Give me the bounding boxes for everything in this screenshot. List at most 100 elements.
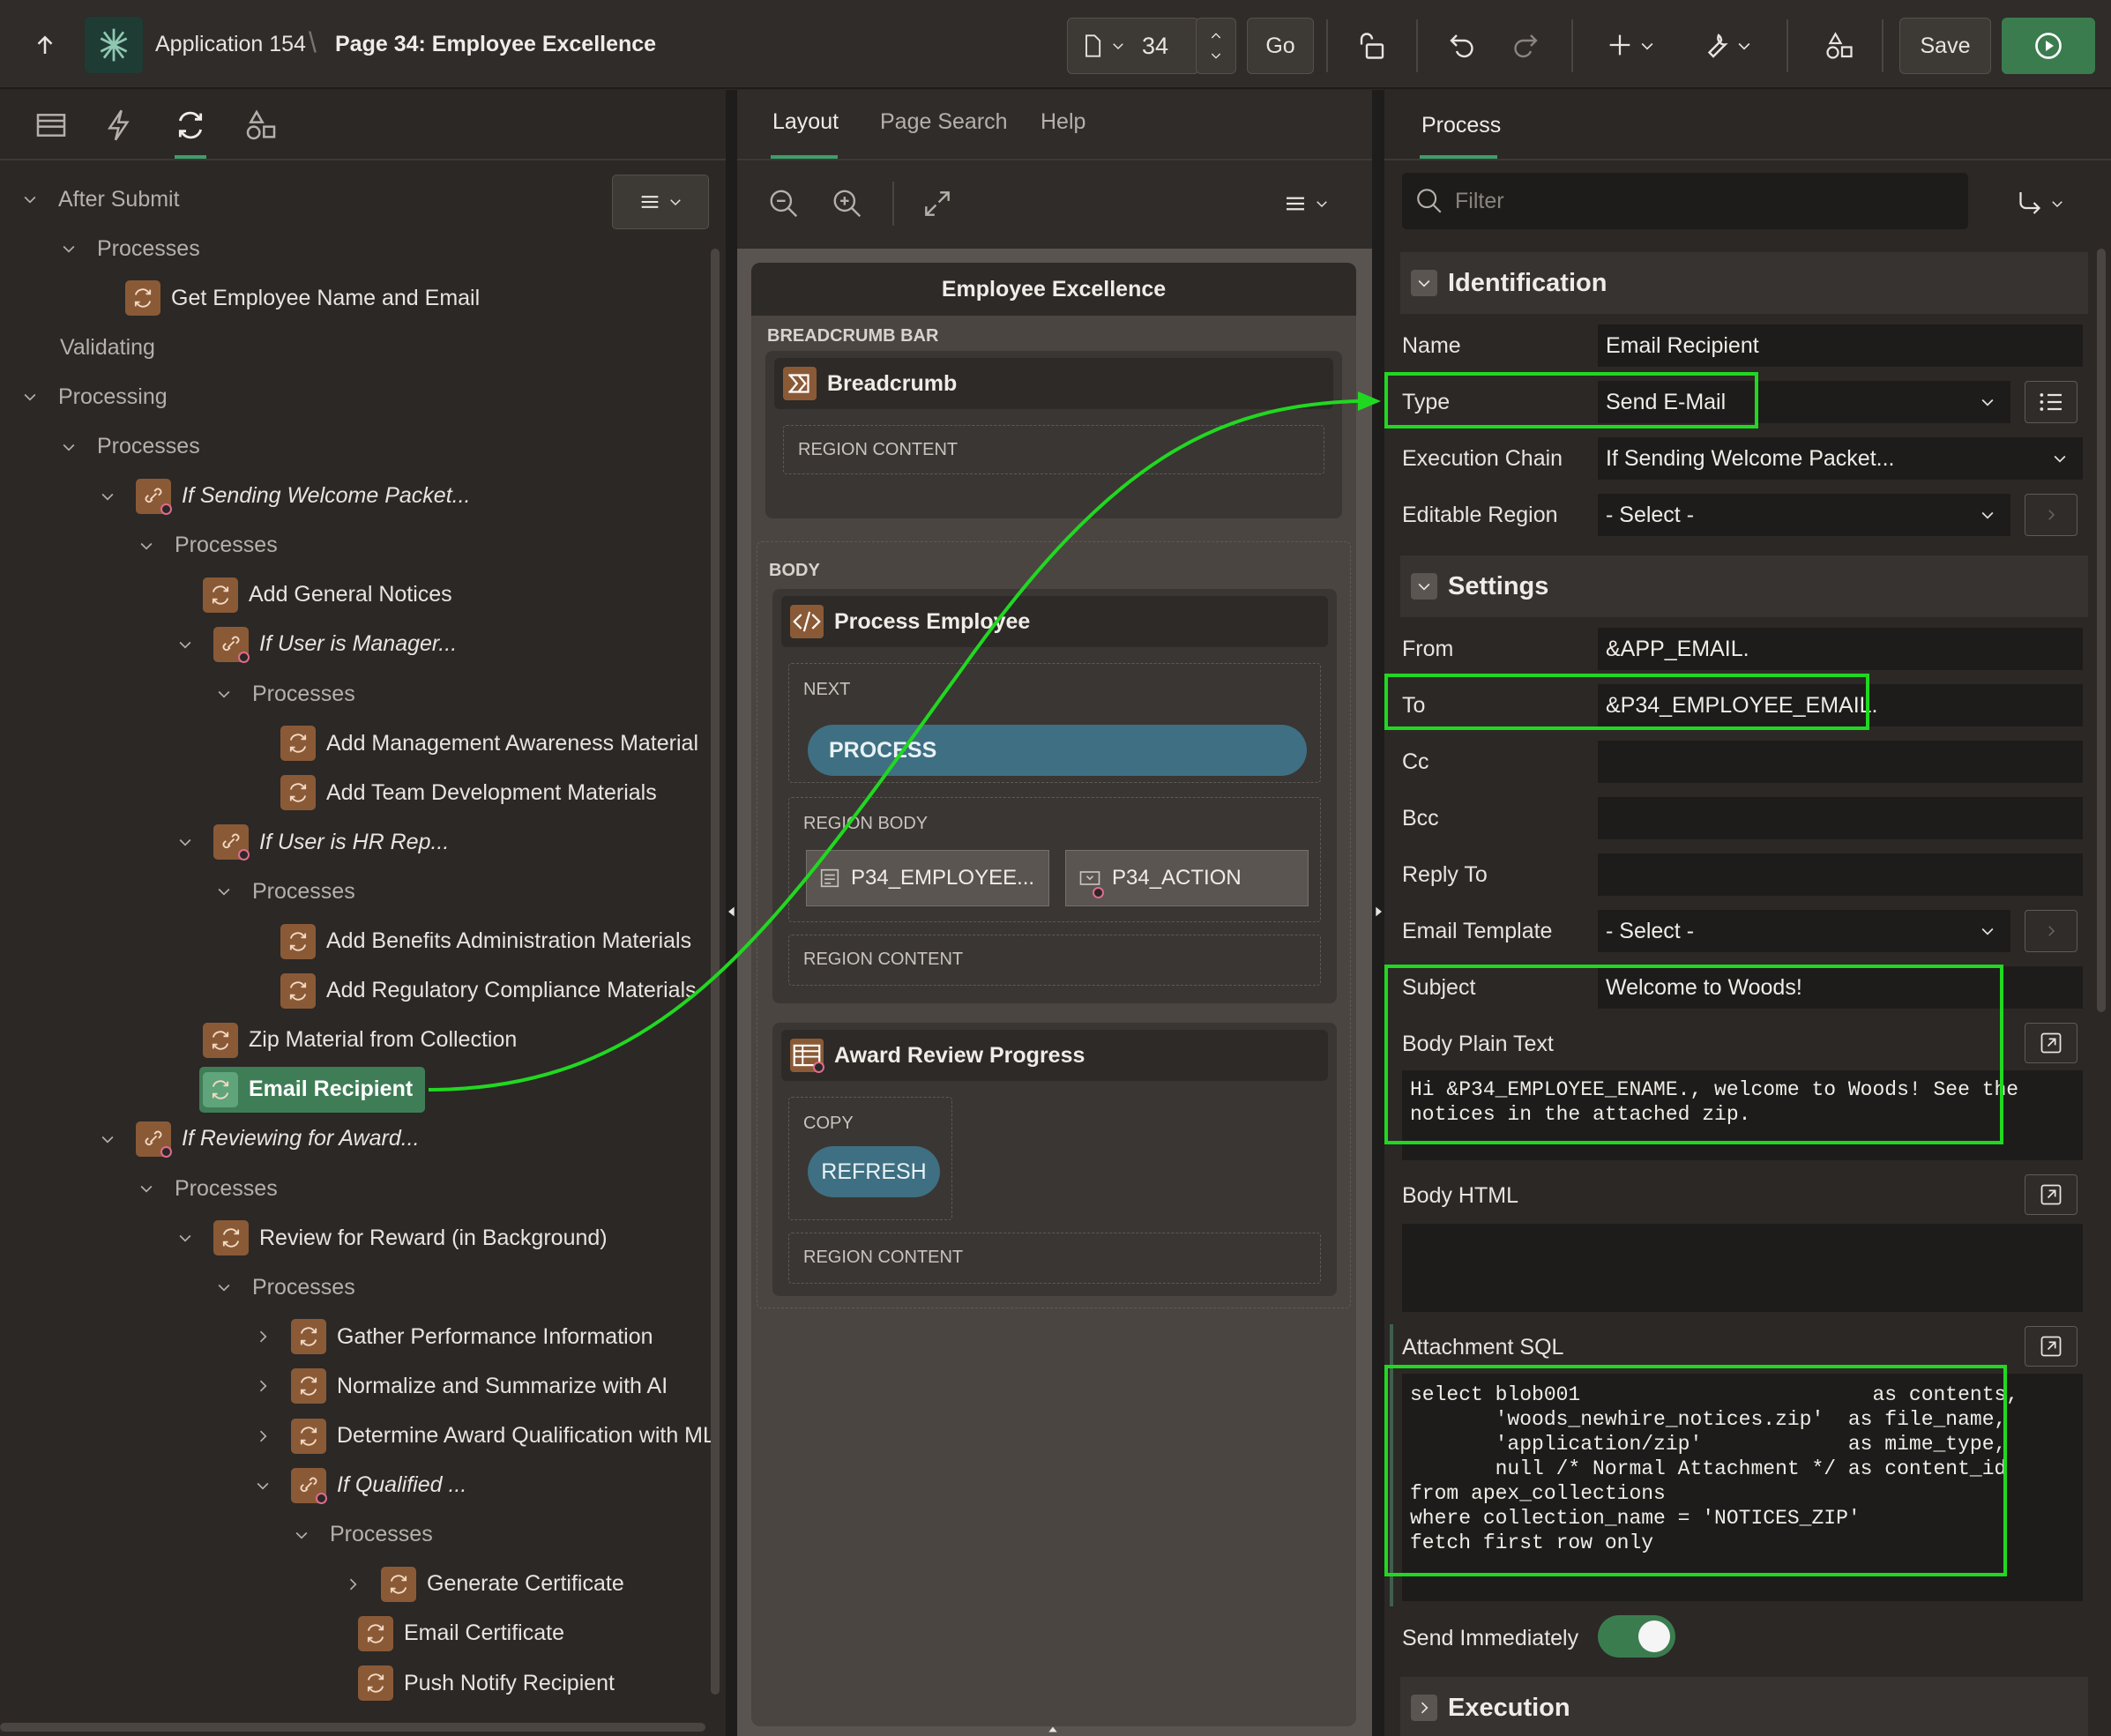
add-icon[interactable] (1605, 30, 1635, 60)
tree-node[interactable]: Processes (293, 1512, 433, 1558)
tree-node[interactable]: If Reviewing for Award... (99, 1116, 420, 1162)
tree-node[interactable]: Add Regulatory Compliance Materials (280, 968, 697, 1014)
expand-body-plain-button[interactable] (2025, 1023, 2077, 1063)
cc-field[interactable] (1598, 741, 2083, 783)
chevron-down-icon[interactable] (1735, 37, 1753, 55)
page-selector[interactable]: 34 (1067, 18, 1199, 74)
page-stepper[interactable] (1196, 18, 1236, 74)
tree-node[interactable]: Gather Performance Information (254, 1314, 653, 1360)
tree-node[interactable]: Processes (215, 868, 355, 914)
tree-node[interactable]: If User is HR Rep... (176, 819, 449, 865)
item-action[interactable]: P34_ACTION (1065, 850, 1309, 906)
breadcrumb-region[interactable]: Breadcrumb REGION CONTENT (765, 351, 1342, 518)
tree-node[interactable]: Determine Award Qualification with ML (254, 1413, 715, 1459)
tree-node[interactable]: Zip Material from Collection (203, 1017, 517, 1063)
menu-icon[interactable] (1282, 190, 1309, 217)
name-field[interactable]: Email Recipient (1598, 324, 2083, 367)
tree-vertical-scrollbar[interactable] (711, 249, 720, 1695)
lock-icon[interactable] (1356, 30, 1388, 62)
tree-node[interactable]: Add Team Development Materials (280, 770, 657, 816)
expand-attachment-button[interactable] (2025, 1326, 2077, 1367)
award-review-region[interactable]: Award Review Progress COPY REFRESH REGIO… (772, 1023, 1337, 1296)
tree-node[interactable]: Review for Reward (in Background) (176, 1215, 608, 1261)
chevron-down-icon[interactable] (176, 833, 194, 851)
tree-node[interactable]: Processes (60, 226, 200, 272)
filter-field[interactable]: Filter (1402, 173, 1968, 229)
tree-node[interactable]: Add General Notices (203, 572, 452, 618)
chevron-down-icon[interactable] (215, 685, 233, 703)
tree-node[interactable]: If User is Manager... (176, 622, 457, 667)
chevron-down-icon[interactable] (1209, 48, 1223, 63)
item-employee[interactable]: P34_EMPLOYEE... (806, 850, 1049, 906)
tab-page-search[interactable]: Page Search (880, 109, 1008, 135)
process-button[interactable]: PROCESS (808, 725, 1307, 776)
tree-node-selected[interactable]: Email Recipient (199, 1066, 426, 1113)
properties-scrollbar[interactable] (2097, 249, 2106, 1012)
tab-process[interactable]: Process (1421, 113, 1501, 138)
chevron-down-icon[interactable] (21, 190, 39, 208)
chevron-down-icon[interactable] (99, 1130, 116, 1148)
rendering-tab-icon[interactable] (34, 108, 69, 143)
execution-section[interactable]: Execution (1400, 1677, 2088, 1736)
chevron-right-icon[interactable] (344, 1576, 362, 1593)
collapse-icon[interactable] (1411, 573, 1437, 600)
tree-node[interactable]: After Submit (21, 176, 180, 222)
go-to-region-button[interactable] (2025, 494, 2077, 536)
tree-node[interactable]: Processes (215, 671, 355, 717)
expand-icon[interactable] (1411, 1695, 1437, 1721)
save-button[interactable]: Save (1899, 18, 1991, 74)
chevron-down-icon[interactable] (60, 438, 78, 456)
chevron-down-icon[interactable] (1314, 196, 1330, 212)
chevron-down-icon[interactable] (293, 1526, 310, 1544)
body-plain-textarea[interactable]: Hi &P34_EMPLOYEE_ENAME., welcome to Wood… (1402, 1070, 2083, 1160)
expand-body-html-button[interactable] (2025, 1174, 2077, 1215)
chevron-down-icon[interactable] (254, 1477, 272, 1494)
tree-menu-button[interactable] (612, 175, 709, 229)
process-employee-region[interactable]: Process Employee NEXT PROCESS REGION BOD… (772, 589, 1337, 1003)
refresh-button[interactable]: REFRESH (808, 1146, 940, 1197)
execution-chain-select[interactable]: If Sending Welcome Packet... (1598, 437, 2083, 480)
app-name[interactable]: Application 154 (155, 32, 306, 57)
zoom-out-icon[interactable] (767, 187, 801, 220)
email-template-select[interactable]: - Select - (1598, 910, 2010, 952)
page-number[interactable]: 34 (1142, 33, 1168, 60)
tree-node[interactable]: Processing (21, 374, 168, 420)
chevron-right-icon[interactable] (254, 1328, 272, 1345)
chevron-down-icon[interactable] (176, 1229, 194, 1247)
tree-horizontal-scrollbar[interactable] (0, 1723, 705, 1732)
dynamic-actions-tab-icon[interactable] (102, 108, 138, 143)
shared-components-tab-icon[interactable] (243, 108, 279, 143)
shared-components-icon[interactable] (1824, 30, 1855, 62)
tree-node[interactable]: Normalize and Summarize with AI (254, 1363, 668, 1409)
bcc-field[interactable] (1598, 797, 2083, 839)
chevron-down-icon[interactable] (215, 883, 233, 900)
attachment-sql-textarea[interactable]: select blob001 as contents, 'woods_newhi… (1402, 1374, 2083, 1601)
type-list-button[interactable] (2025, 381, 2077, 423)
settings-section[interactable]: Settings (1400, 555, 2088, 617)
zoom-in-icon[interactable] (831, 187, 864, 220)
chevron-down-icon[interactable] (138, 1180, 155, 1197)
processing-tab-icon[interactable] (173, 108, 208, 143)
chevron-down-icon[interactable] (2049, 196, 2065, 212)
chevron-down-icon[interactable] (215, 1278, 233, 1296)
redo-icon[interactable] (1510, 30, 1541, 62)
tree-node[interactable]: Processes (60, 424, 200, 470)
reply-to-field[interactable] (1598, 853, 2083, 896)
to-field[interactable]: &P34_EMPLOYEE_EMAIL. (1598, 684, 2083, 726)
run-button[interactable] (2002, 18, 2095, 74)
tree-node[interactable]: Email Certificate (358, 1611, 564, 1657)
tab-help[interactable]: Help (1041, 109, 1085, 135)
body-html-textarea[interactable] (1402, 1224, 2083, 1312)
chevron-down-icon[interactable] (138, 537, 155, 555)
wrench-icon[interactable] (1700, 30, 1732, 62)
tree-node[interactable]: Push Notify Recipient (358, 1660, 615, 1706)
chevron-down-icon[interactable] (60, 240, 78, 257)
chevron-down-icon[interactable] (99, 488, 116, 505)
chevron-right-icon[interactable] (254, 1377, 272, 1395)
tree-node[interactable]: Get Employee Name and Email (125, 275, 480, 321)
tree-node[interactable]: Processes (215, 1264, 355, 1310)
go-to-group-icon[interactable] (2014, 187, 2046, 219)
identification-section[interactable]: Identification (1400, 252, 2088, 314)
chevron-down-icon[interactable] (1638, 37, 1656, 55)
tree-node[interactable]: Add Benefits Administration Materials (280, 919, 691, 965)
